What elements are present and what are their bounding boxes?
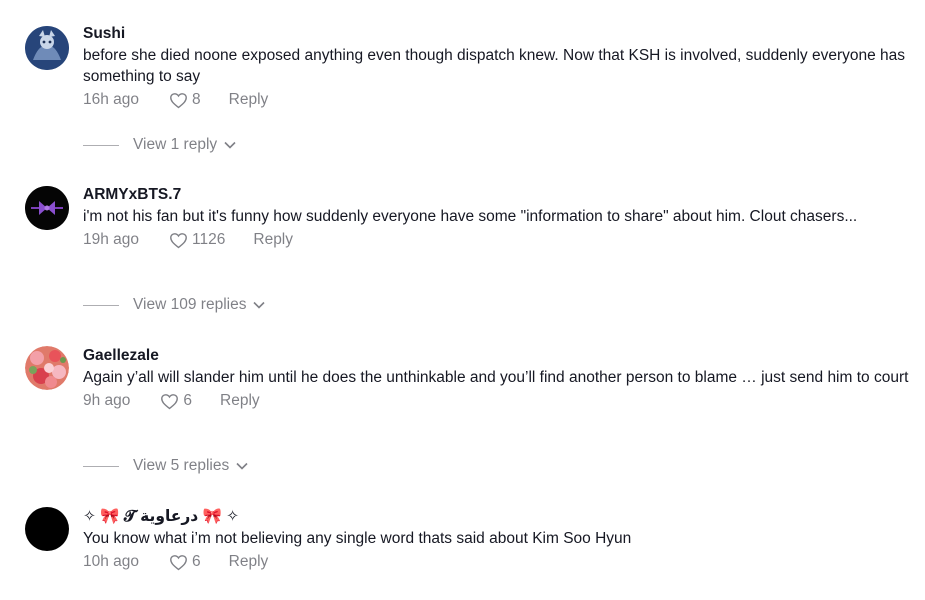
comment-time: 9h ago [83, 392, 131, 409]
comment-username[interactable]: Sushi [83, 24, 913, 44]
comment-meta: 9h ago 6 Reply [83, 390, 913, 412]
reply-button[interactable]: Reply [220, 392, 260, 410]
chevron-down-icon [236, 462, 248, 470]
comment-text: You know what i’m not believing any sing… [83, 530, 632, 547]
view-replies-label: View 5 replies [133, 457, 230, 474]
like-button[interactable]: 6 [169, 553, 201, 571]
reply-button[interactable]: Reply [229, 91, 269, 109]
comment-time: 10h ago [83, 553, 140, 570]
view-replies-label: View 109 replies [133, 296, 247, 313]
like-count: 8 [192, 91, 201, 108]
divider-line [83, 144, 119, 146]
view-replies-button[interactable]: View 1 reply [83, 136, 236, 154]
avatar[interactable] [25, 346, 69, 390]
avatar[interactable] [25, 507, 69, 551]
comment-meta: 16h ago 8 Reply [83, 89, 913, 111]
like-button[interactable]: 8 [169, 91, 201, 109]
reply-button[interactable]: Reply [229, 553, 269, 571]
avatar[interactable] [25, 186, 69, 230]
comment-time: 19h ago [83, 231, 140, 248]
chevron-down-icon [253, 301, 266, 309]
comment-username[interactable]: Gaellezale [83, 346, 913, 366]
view-replies-button[interactable]: View 109 replies [83, 296, 266, 314]
chevron-down-icon [224, 141, 236, 149]
like-button[interactable]: 1126 [169, 231, 225, 249]
like-count: 1126 [192, 231, 226, 248]
like-button[interactable]: 6 [160, 392, 192, 410]
comment-text: before she died noone exposed anything e… [83, 47, 906, 85]
view-replies-button[interactable]: View 5 replies [83, 457, 248, 475]
heart-outline-icon [170, 554, 187, 570]
comment-meta: 19h ago 1126 Reply [83, 229, 913, 251]
like-count: 6 [183, 392, 193, 409]
comment-text: Again y’all will slander him until he do… [83, 369, 909, 386]
comment-body: ✧ 🎀 𝓣 درعاوية 🎀 ✧ You know what i’m not … [83, 507, 913, 573]
comment-text: i'm not his fan but it's funny how sudde… [83, 208, 858, 225]
heart-outline-icon [161, 393, 179, 409]
comment-body: Sushi before she died noone exposed anyt… [83, 24, 913, 111]
like-count: 6 [192, 553, 201, 570]
comment-body: Gaellezale Again y’all will slander him … [83, 346, 913, 412]
reply-button[interactable]: Reply [253, 231, 293, 249]
divider-line [83, 304, 119, 306]
avatar[interactable] [25, 26, 69, 70]
heart-outline-icon [170, 232, 187, 248]
comment-time: 16h ago [83, 91, 140, 108]
view-replies-label: View 1 reply [133, 136, 218, 153]
comment-body: ARMYxBTS.7 i'm not his fan but it's funn… [83, 185, 913, 251]
divider-line [83, 465, 119, 467]
comment-username[interactable]: ARMYxBTS.7 [83, 185, 913, 205]
comment-username[interactable]: ✧ 🎀 𝓣 درعاوية 🎀 ✧ [83, 507, 913, 527]
heart-outline-icon [170, 92, 187, 108]
comment-meta: 10h ago 6 Reply [83, 551, 913, 573]
